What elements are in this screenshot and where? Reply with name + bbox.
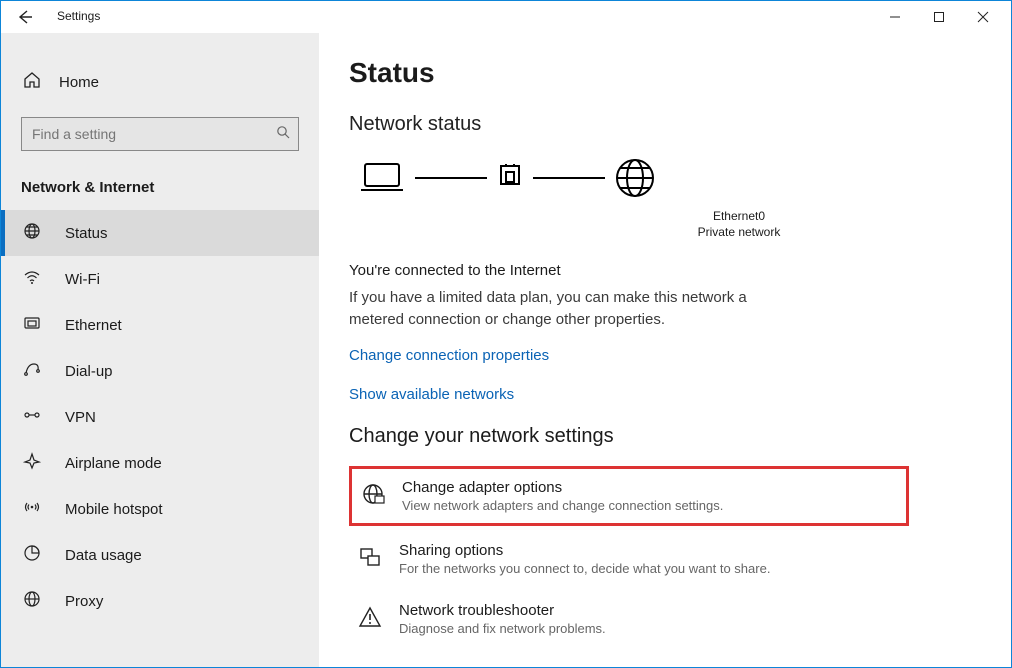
row-desc: View network adapters and change connect… <box>402 498 723 513</box>
search-box[interactable] <box>21 117 299 151</box>
show-networks-link[interactable]: Show available networks <box>349 386 1011 403</box>
wifi-icon <box>21 268 43 290</box>
home-nav[interactable]: Home <box>1 61 319 103</box>
sidebar-item-ethernet[interactable]: Ethernet <box>1 302 319 348</box>
globe-icon <box>611 154 659 202</box>
row-desc: For the networks you connect to, decide … <box>399 561 770 576</box>
row-desc: Diagnose and fix network problems. <box>399 621 606 636</box>
sidebar-item-status[interactable]: Status <box>1 210 319 256</box>
minimize-button[interactable] <box>873 3 917 31</box>
sharing-options-row[interactable]: Sharing options For the networks you con… <box>349 532 909 586</box>
sidebar-item-label: Status <box>65 225 108 242</box>
sidebar-item-vpn[interactable]: VPN <box>1 394 319 440</box>
diagram-connector <box>415 177 487 179</box>
dialup-icon <box>21 360 43 382</box>
maximize-button[interactable] <box>917 3 961 31</box>
sidebar-item-label: Dial-up <box>65 363 113 380</box>
main-content: Status Network status <box>319 33 1011 667</box>
sidebar-item-label: Mobile hotspot <box>65 501 163 518</box>
close-icon <box>977 11 989 23</box>
datausage-icon <box>21 544 43 566</box>
laptop-icon <box>355 158 409 198</box>
diagram-caption: Ethernet0 Private network <box>467 208 1011 240</box>
row-title: Sharing options <box>399 542 770 559</box>
sidebar-item-label: VPN <box>65 409 96 426</box>
adapter-options-icon <box>360 481 386 507</box>
row-title: Change adapter options <box>402 479 723 496</box>
arrow-left-icon <box>16 8 34 26</box>
hotspot-icon <box>21 498 43 520</box>
title-bar: Settings <box>1 1 1011 33</box>
home-icon <box>21 71 43 93</box>
network-diagram <box>355 154 1011 202</box>
sidebar-item-label: Wi-Fi <box>65 271 100 288</box>
network-status-heading: Network status <box>349 113 1011 136</box>
row-title: Network troubleshooter <box>399 602 606 619</box>
sidebar-item-label: Data usage <box>65 547 142 564</box>
maximize-icon <box>933 11 945 23</box>
sidebar-heading: Network & Internet <box>1 151 319 210</box>
connected-text: If you have a limited data plan, you can… <box>349 287 769 331</box>
sidebar-item-dialup[interactable]: Dial-up <box>1 348 319 394</box>
sidebar-item-airplane[interactable]: Airplane mode <box>1 440 319 486</box>
warning-icon <box>357 604 383 630</box>
back-button[interactable] <box>15 7 35 27</box>
diagram-connector <box>533 177 605 179</box>
troubleshooter-row[interactable]: Network troubleshooter Diagnose and fix … <box>349 592 909 646</box>
ethernet-icon <box>21 314 43 336</box>
close-button[interactable] <box>961 3 1005 31</box>
vpn-icon <box>21 408 43 426</box>
minimize-icon <box>889 11 901 23</box>
search-input[interactable] <box>30 125 276 143</box>
sidebar-item-datausage[interactable]: Data usage <box>1 532 319 578</box>
sidebar-item-label: Proxy <box>65 593 103 610</box>
home-label: Home <box>59 74 99 91</box>
adapter-icon <box>493 158 527 198</box>
sidebar-item-label: Ethernet <box>65 317 122 334</box>
search-icon <box>276 125 290 144</box>
change-settings-heading: Change your network settings <box>349 425 1011 448</box>
airplane-icon <box>21 452 43 474</box>
change-adapter-options-row[interactable]: Change adapter options View network adap… <box>349 466 909 526</box>
sidebar: Home Network & Internet Status Wi-Fi <box>1 33 319 667</box>
proxy-icon <box>21 590 43 612</box>
sidebar-item-label: Airplane mode <box>65 455 162 472</box>
page-title: Status <box>349 57 1011 89</box>
connected-title: You're connected to the Internet <box>349 262 1011 279</box>
network-type: Private network <box>467 224 1011 240</box>
sidebar-item-hotspot[interactable]: Mobile hotspot <box>1 486 319 532</box>
window-title: Settings <box>57 9 100 23</box>
sidebar-item-wifi[interactable]: Wi-Fi <box>1 256 319 302</box>
adapter-name: Ethernet0 <box>467 208 1011 224</box>
globe-icon <box>21 222 43 244</box>
sidebar-item-proxy[interactable]: Proxy <box>1 578 319 624</box>
change-connection-link[interactable]: Change connection properties <box>349 347 1011 364</box>
sharing-icon <box>357 544 383 570</box>
